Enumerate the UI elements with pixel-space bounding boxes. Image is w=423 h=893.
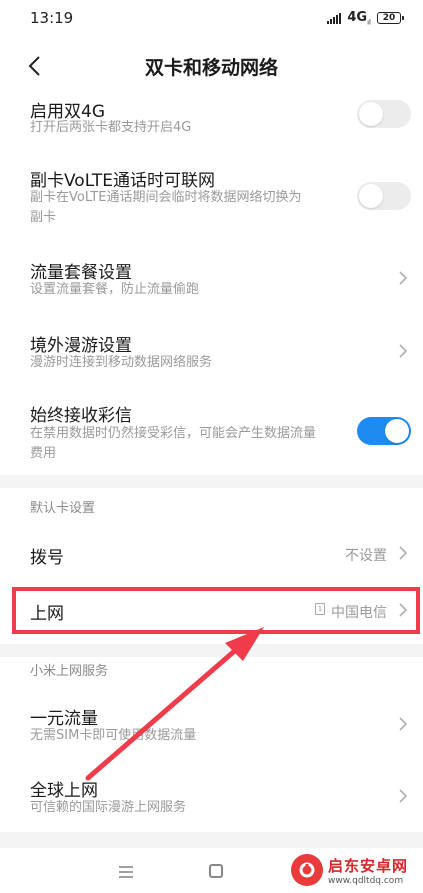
setting-mms-desc-2: 费用 xyxy=(30,446,57,461)
dual-4g-toggle[interactable] xyxy=(357,100,411,128)
setting-volte-desc-2: 副卡 xyxy=(30,210,57,225)
home-icon[interactable] xyxy=(209,864,223,878)
section-header-xiaomi-services: 小米上网服务 xyxy=(30,664,109,679)
highlight-box xyxy=(12,587,420,634)
mms-toggle[interactable] xyxy=(357,417,411,445)
title-bar: 双卡和移动网络 xyxy=(0,36,423,96)
battery-level: 20 xyxy=(382,13,396,23)
setting-roaming[interactable]: 境外漫游设置 漫游时连接到移动数据网络服务 xyxy=(0,323,423,377)
setting-one-yuan-desc: 无需SIM卡即可使用数据流量 xyxy=(30,728,197,743)
setting-one-yuan-data[interactable]: 一元流量 无需SIM卡即可使用数据流量 xyxy=(0,696,423,750)
setting-roaming-desc: 漫游时连接到移动数据网络服务 xyxy=(30,355,213,370)
watermark-title: 启东安卓网 xyxy=(328,856,409,875)
page-title: 双卡和移动网络 xyxy=(144,56,278,79)
status-bar: 13:19 4Gıl 20 xyxy=(0,0,423,36)
chevron-right-icon xyxy=(399,271,408,285)
setting-mms[interactable]: 始终接收彩信 在禁用数据时仍然接受彩信，可能会产生数据流量 费用 xyxy=(0,395,423,467)
section-divider xyxy=(0,475,423,488)
setting-volte[interactable]: 副卡VoLTE通话时可联网 副卡在VoLTE通话期间会临时将数据网络切换为 副卡 xyxy=(0,160,423,232)
setting-volte-desc: 副卡在VoLTE通话期间会临时将数据网络切换为 xyxy=(30,190,302,205)
setting-global-internet[interactable]: 全球上网 可信赖的国际漫游上网服务 xyxy=(0,768,423,822)
setting-dual-4g[interactable]: 启用双4G 打开后两张卡都支持开启4G xyxy=(0,96,423,142)
setting-dial-value: 不设置 xyxy=(345,548,387,564)
section-divider xyxy=(0,832,423,848)
chevron-right-icon xyxy=(399,344,408,358)
watermark-url: www.qdltdq.com xyxy=(328,875,404,886)
volte-toggle[interactable] xyxy=(357,182,411,210)
menu-icon[interactable] xyxy=(119,866,133,878)
setting-dial[interactable]: 拨号 不设置 xyxy=(0,530,423,576)
back-arrow-icon[interactable] xyxy=(24,54,48,78)
setting-global-desc: 可信赖的国际漫游上网服务 xyxy=(30,800,187,815)
status-icons: 4Gıl 20 xyxy=(327,9,404,27)
chevron-right-icon xyxy=(399,717,408,731)
setting-dual-4g-desc: 打开后两张卡都支持开启4G xyxy=(30,120,192,135)
watermark: 启东安卓网 www.qdltdq.com xyxy=(291,848,417,892)
setting-dial-title: 拨号 xyxy=(30,548,64,568)
battery-icon: 20 xyxy=(377,12,404,24)
network-type: 4Gıl xyxy=(347,9,371,27)
section-divider xyxy=(0,644,423,657)
signal-icon xyxy=(327,12,342,24)
watermark-logo-icon xyxy=(291,854,323,886)
setting-data-plan-desc: 设置流量套餐，防止流量偷跑 xyxy=(30,282,200,297)
chevron-right-icon xyxy=(399,789,408,803)
section-header-default-card: 默认卡设置 xyxy=(30,501,96,516)
setting-mms-desc: 在禁用数据时仍然接受彩信，可能会产生数据流量 xyxy=(30,426,317,441)
chevron-right-icon xyxy=(399,546,408,560)
setting-mms-title: 始终接收彩信 xyxy=(30,406,132,426)
status-time: 13:19 xyxy=(30,9,74,27)
setting-data-plan[interactable]: 流量套餐设置 设置流量套餐，防止流量偷跑 xyxy=(0,250,423,304)
